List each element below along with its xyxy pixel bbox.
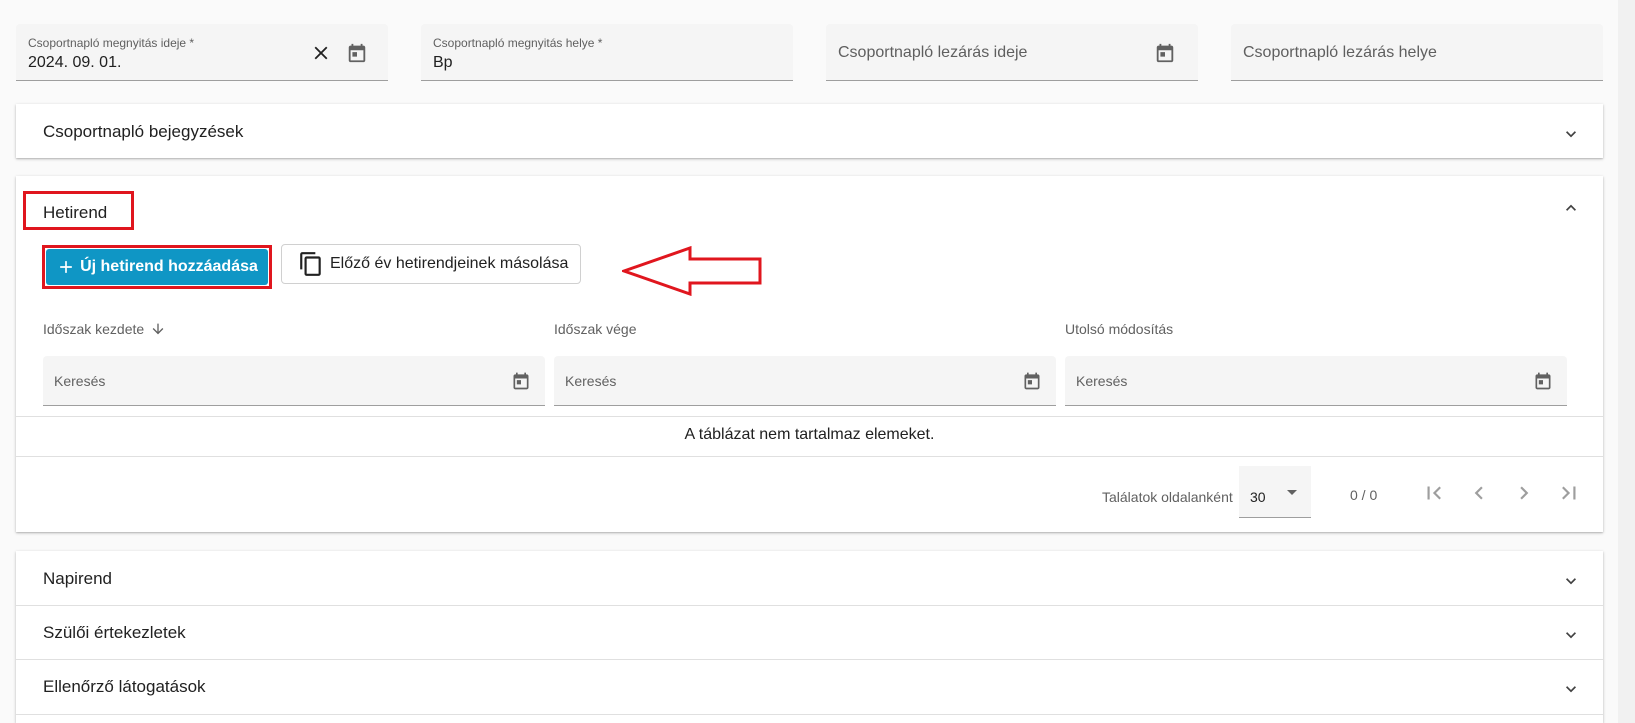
last-page-icon[interactable] (1556, 480, 1582, 506)
copy-previous-year-button[interactable]: Előző év hetirendjeinek másolása (281, 244, 581, 284)
search-period-end[interactable]: Keresés (554, 356, 1056, 406)
scrollbar[interactable] (1618, 0, 1635, 723)
panel-weekly-title[interactable]: Hetirend (43, 203, 107, 223)
calendar-icon[interactable] (511, 371, 531, 391)
close-date-field[interactable]: Csoportnapló lezárás ideje (826, 24, 1198, 81)
open-place-field[interactable]: Csoportnapló megnyitás helye * Bp (421, 24, 793, 81)
open-place-value: Bp (433, 54, 453, 71)
divider (16, 456, 1603, 457)
dropdown-arrow-icon (1287, 490, 1297, 495)
chevron-down-icon[interactable] (1561, 571, 1581, 591)
panel-inspections-title: Ellenőrző látogatások (43, 677, 206, 696)
red-arrow-annotation (622, 246, 762, 296)
page-size-value: 30 (1250, 489, 1266, 505)
copy-previous-year-label: Előző év hetirendjeinek másolása (330, 255, 569, 272)
search-period-start[interactable]: Keresés (43, 356, 545, 406)
arrow-down-icon (152, 323, 164, 335)
column-header-period-end[interactable]: Időszak vége (554, 321, 637, 337)
open-place-label: Csoportnapló megnyitás helye * (433, 36, 603, 50)
open-date-field[interactable]: Csoportnapló megnyitás ideje * 2024. 09.… (16, 24, 388, 81)
column-header-label: Időszak vége (554, 321, 637, 337)
search-placeholder: Keresés (54, 373, 106, 389)
page-size-select[interactable]: 30 (1239, 466, 1311, 518)
panel-daily[interactable]: Napirend (16, 551, 1603, 605)
panel-entries[interactable]: Csoportnapló bejegyzések (16, 104, 1603, 158)
chevron-down-icon[interactable] (1561, 625, 1581, 645)
close-date-placeholder: Csoportnapló lezárás ideje (838, 44, 1028, 61)
search-last-modified[interactable]: Keresés (1065, 356, 1567, 406)
calendar-icon[interactable] (1533, 371, 1553, 391)
chevron-down-icon[interactable] (1561, 679, 1581, 699)
plus-icon (60, 261, 72, 273)
calendar-icon[interactable] (346, 42, 368, 64)
close-place-placeholder: Csoportnapló lezárás helye (1243, 44, 1437, 61)
panel-daily-title: Napirend (43, 569, 112, 588)
first-page-icon[interactable] (1421, 480, 1447, 506)
clear-icon[interactable] (310, 42, 332, 64)
column-header-last-modified[interactable]: Utolsó módosítás (1065, 321, 1173, 337)
column-header-label: Utolsó módosítás (1065, 321, 1174, 337)
panel-entries-title: Csoportnapló bejegyzések (43, 122, 244, 141)
calendar-icon[interactable] (1022, 371, 1042, 391)
open-date-value: 2024. 09. 01. (28, 54, 122, 71)
empty-table-message: A táblázat nem tartalmaz elemeket. (684, 426, 935, 443)
search-placeholder: Keresés (1076, 373, 1128, 389)
panel-parents[interactable]: Szülői értekezletek (16, 606, 1603, 659)
panel-group-collapsed: Napirend Szülői értekezletek Ellenőrző l… (16, 551, 1603, 723)
panel-parents-title: Szülői értekezletek (43, 623, 186, 642)
divider (16, 416, 1603, 417)
close-place-field[interactable]: Csoportnapló lezárás helye (1231, 24, 1603, 81)
calendar-icon[interactable] (1154, 42, 1176, 64)
panel-weekly: Hetirend Új hetirend hozzáadása Előző év… (16, 176, 1603, 532)
search-placeholder: Keresés (565, 373, 617, 389)
add-weekly-schedule-label: Új hetirend hozzáadása (80, 258, 258, 275)
panel-inspections[interactable]: Ellenőrző látogatások (16, 660, 1603, 714)
previous-page-icon[interactable] (1466, 480, 1492, 506)
add-weekly-schedule-button[interactable]: Új hetirend hozzáadása (46, 249, 268, 285)
open-date-label: Csoportnapló megnyitás ideje * (28, 36, 195, 50)
page-range: 0 / 0 (1350, 487, 1378, 503)
page-size-label: Találatok oldalanként (1102, 489, 1233, 505)
chevron-down-icon[interactable] (1561, 124, 1581, 144)
copy-icon (300, 252, 321, 276)
column-header-label: Időszak kezdete (43, 321, 145, 337)
next-page-icon[interactable] (1511, 480, 1537, 506)
chevron-up-icon[interactable] (1561, 198, 1581, 218)
column-header-period-start[interactable]: Időszak kezdete (43, 321, 166, 337)
divider (16, 714, 1603, 715)
